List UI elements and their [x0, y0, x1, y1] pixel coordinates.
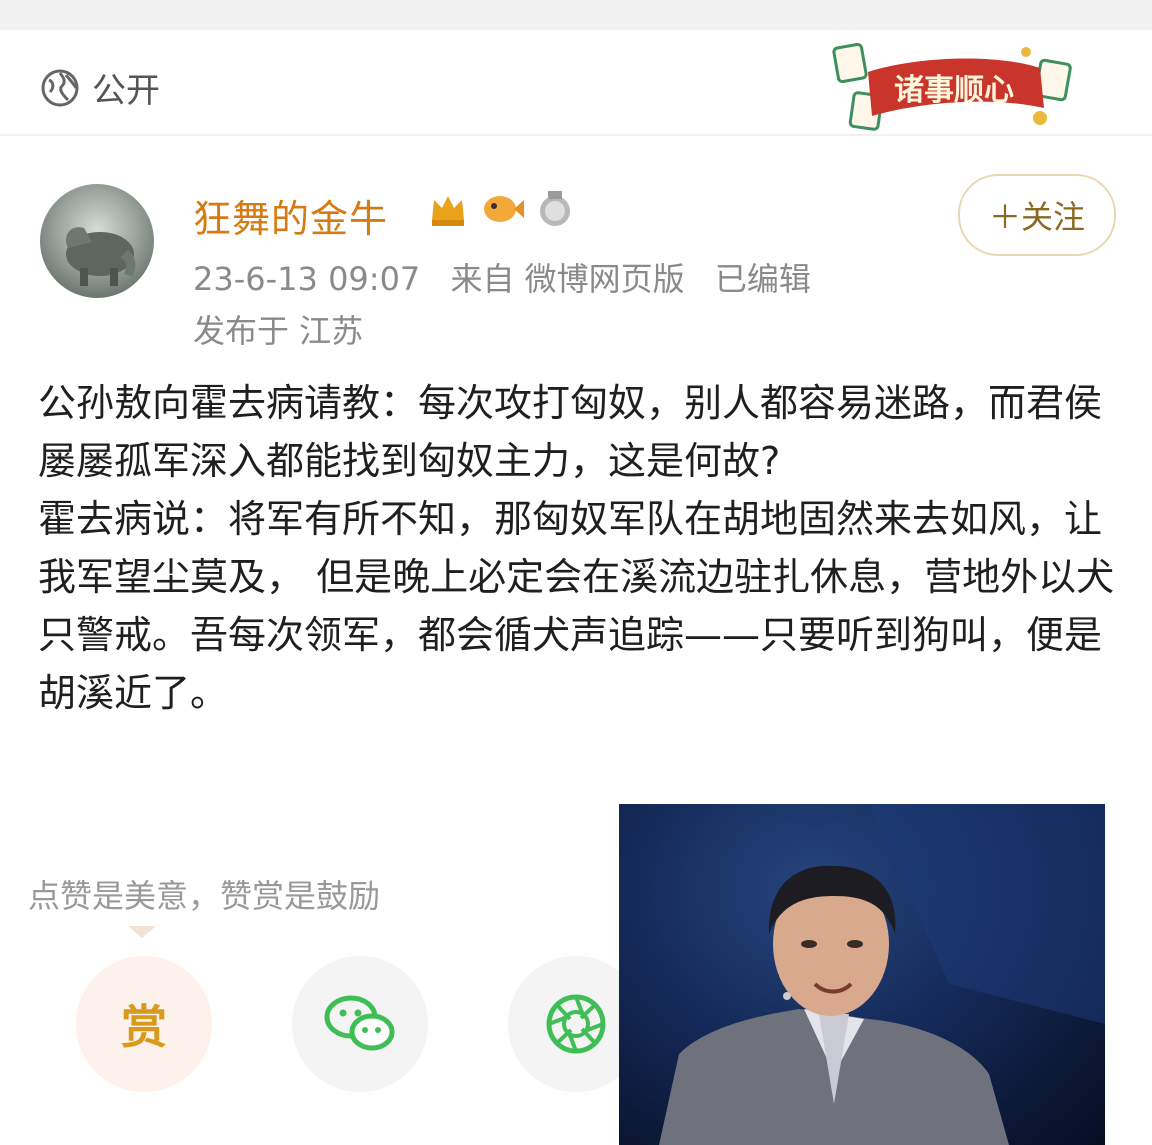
- privacy-label: 公开: [92, 71, 160, 111]
- globe-icon: [41, 69, 79, 106]
- reaction-photo: [619, 804, 1105, 1145]
- post-body: 公孙敖向霍去病请教：每次攻打匈奴，别人都容易迷路，而君侯屡屡孤军深入都能找到匈奴…: [38, 374, 1123, 722]
- user-badges: [428, 189, 574, 229]
- post-source[interactable]: 来自 微博网页版: [450, 260, 684, 298]
- share-wechat-button[interactable]: [292, 956, 428, 1092]
- privacy-setting[interactable]: 公开: [40, 63, 160, 112]
- reward-button[interactable]: 赏: [76, 956, 212, 1092]
- fish-badge-icon[interactable]: [480, 190, 524, 228]
- post-paragraph: 霍去病说：将军有所不知，那匈奴军队在胡地固然来去如风，让我军望尘莫及， 但是晚上…: [38, 497, 1115, 715]
- festival-banner: 诸事顺心: [832, 42, 1072, 131]
- banner-text: 诸事顺心: [894, 73, 1014, 108]
- post-time: 23-6-13 09:07: [193, 260, 421, 298]
- crown-badge-icon[interactable]: [428, 190, 468, 228]
- wechat-icon: [324, 995, 395, 1051]
- edited-label[interactable]: 已编辑: [715, 260, 811, 298]
- follow-button[interactable]: ＋关注: [958, 174, 1116, 256]
- reward-label: 赏: [121, 1000, 167, 1054]
- reward-hint: 点赞是美意，赞赏是鼓励: [28, 877, 381, 915]
- moments-icon: [546, 994, 606, 1054]
- hint-arrow: [128, 926, 156, 938]
- post-paragraph: 公孙敖向霍去病请教：每次攻打匈奴，别人都容易迷路，而君侯屡屡孤军深入都能找到匈奴…: [38, 381, 1103, 483]
- post-meta: 23-6-13 09:07 来自 微博网页版 已编辑: [193, 254, 831, 300]
- answer-badge-icon[interactable]: [536, 189, 574, 229]
- post-location: 发布于 江苏: [193, 312, 364, 350]
- avatar[interactable]: [40, 184, 154, 298]
- username[interactable]: 狂舞的金牛: [193, 188, 388, 243]
- visibility-bar: 公开 诸事顺心: [0, 30, 1152, 134]
